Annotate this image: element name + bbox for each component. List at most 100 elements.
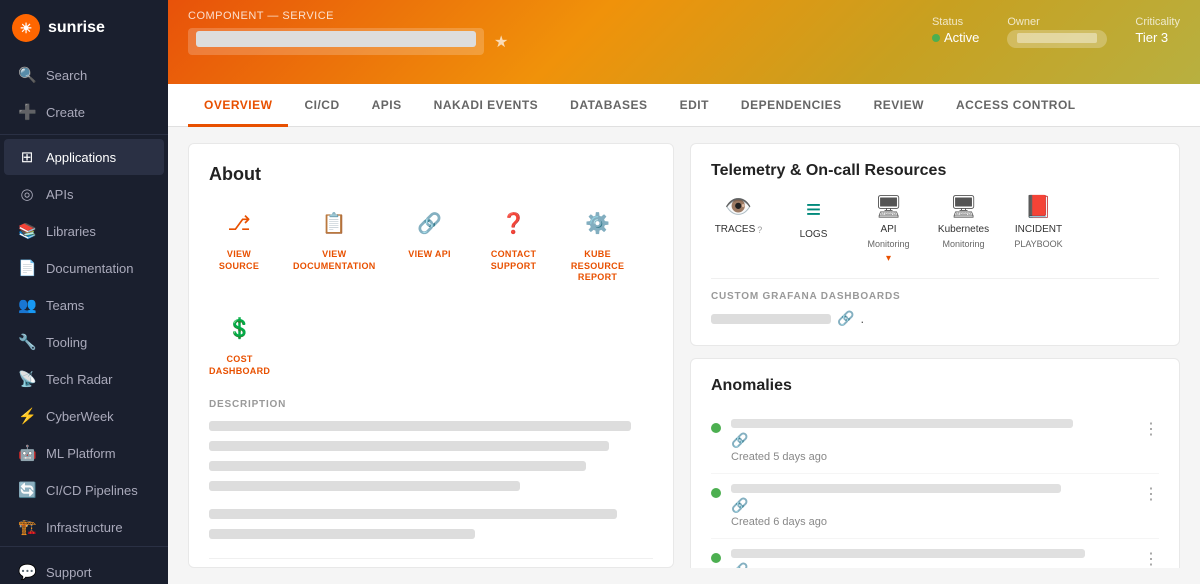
anomaly-menu-button[interactable]: ⋮ (1143, 419, 1159, 439)
telemetry-card: Telemetry & On-call Resources 👁️ TRACES … (690, 143, 1180, 346)
cost-dashboard-action[interactable]: 💲 COSTDASHBOARD (209, 308, 270, 377)
description-label: DESCRIPTION (209, 399, 653, 410)
view-source-label: VIEWSOURCE (219, 249, 259, 272)
cost-dashboard-icon: 💲 (220, 308, 260, 348)
kube-resource-report-action[interactable]: ⚙️ KUBERESOURCEREPORT (568, 203, 628, 284)
api-monitoring-label: API (880, 224, 896, 235)
owner-pill (1007, 30, 1107, 48)
ml-platform-icon: 🤖 (18, 444, 36, 462)
sidebar-item-cyberweek[interactable]: ⚡ CyberWeek (4, 398, 164, 434)
anomalies-title: Anomalies (711, 377, 1159, 395)
traces-icon: 👁️ (725, 194, 752, 220)
traces-label: TRACES (715, 224, 756, 235)
anomaly-item: 🔗 ⋮ (711, 539, 1159, 568)
sidebar-item-infrastructure[interactable]: 🏗️ Infrastructure (4, 509, 164, 545)
anomaly-link[interactable]: 🔗 (731, 497, 1133, 514)
sidebar-item-libraries[interactable]: 📚 Libraries (4, 213, 164, 249)
sidebar-logo: ☀ sunrise (0, 0, 168, 56)
anomaly-dot (711, 553, 721, 563)
owner-field: Owner (1007, 16, 1107, 48)
anomaly-content: 🔗 (731, 549, 1133, 568)
cicd-icon: 🔄 (18, 481, 36, 499)
status-value: Active (932, 30, 979, 45)
anomaly-link[interactable]: 🔗 (731, 562, 1133, 568)
sidebar-item-applications[interactable]: ⊞ Applications (4, 139, 164, 175)
anomaly-menu-button[interactable]: ⋮ (1143, 549, 1159, 568)
favorite-star-icon[interactable]: ★ (494, 32, 508, 52)
sidebar-item-cicd-pipelines[interactable]: 🔄 CI/CD Pipelines (4, 472, 164, 508)
api-monitoring-icon: 🖥 (875, 194, 903, 220)
sidebar-divider (0, 134, 168, 135)
sidebar-item-label: ML Platform (46, 446, 116, 461)
tooling-icon: 🔧 (18, 333, 36, 351)
incident-playbook-item[interactable]: 📕 INCIDENT PLAYBOOK (1011, 194, 1066, 249)
sidebar-item-tooling[interactable]: 🔧 Tooling (4, 324, 164, 360)
sidebar-item-label: Documentation (46, 261, 133, 276)
cost-dashboard-label: COSTDASHBOARD (209, 354, 270, 377)
contact-support-label: CONTACTSUPPORT (491, 249, 537, 272)
grafana-link: 🔗 . (711, 310, 1159, 327)
description-content (209, 418, 653, 542)
tab-apis[interactable]: APIS (356, 84, 418, 127)
sidebar-item-label: Create (46, 105, 85, 120)
sidebar-item-documentation[interactable]: 📄 Documentation (4, 250, 164, 286)
tab-bar: OVERVIEW CI/CD APIS NAKADI EVENTS DATABA… (168, 84, 1200, 127)
traces-item[interactable]: 👁️ TRACES ? (711, 194, 766, 235)
sidebar-item-label: Support (46, 565, 92, 580)
sidebar-item-teams[interactable]: 👥 Teams (4, 287, 164, 323)
view-source-action[interactable]: ⎇ VIEWSOURCE (209, 203, 269, 284)
kube-resource-report-icon: ⚙️ (578, 203, 618, 243)
view-source-icon: ⎇ (219, 203, 259, 243)
grafana-link-text (711, 314, 831, 324)
sidebar-item-label: Search (46, 68, 87, 83)
tab-overview[interactable]: OVERVIEW (188, 84, 288, 127)
anomaly-dot (711, 423, 721, 433)
sidebar-item-search[interactable]: 🔍 Search (4, 57, 164, 93)
contact-support-action[interactable]: ❓ CONTACTSUPPORT (484, 203, 544, 284)
anomaly-menu-button[interactable]: ⋮ (1143, 484, 1159, 504)
tab-dependencies[interactable]: DEPENDENCIES (725, 84, 858, 127)
sidebar-item-create[interactable]: ➕ Create (4, 94, 164, 130)
view-documentation-label: VIEWDOCUMENTATION (293, 249, 376, 272)
view-api-action[interactable]: 🔗 VIEW API (400, 203, 460, 284)
criticality-value: Tier 3 (1135, 30, 1180, 45)
view-documentation-action[interactable]: 📋 VIEWDOCUMENTATION (293, 203, 376, 284)
applications-icon: ⊞ (18, 148, 36, 166)
view-documentation-icon: 📋 (314, 203, 354, 243)
tab-cicd[interactable]: CI/CD (288, 84, 355, 127)
incident-playbook-icon: 📕 (1025, 194, 1052, 220)
tab-review[interactable]: REVIEW (858, 84, 940, 127)
sidebar-item-apis[interactable]: ◎ APIs (4, 176, 164, 212)
sidebar-item-support[interactable]: 💬 Support (4, 554, 164, 584)
api-monitoring-arrow[interactable]: ▾ (886, 253, 891, 264)
sidebar-item-label: Teams (46, 298, 84, 313)
grafana-external-link-icon[interactable]: 🔗 (837, 310, 854, 327)
sidebar-item-tech-radar[interactable]: 📡 Tech Radar (4, 361, 164, 397)
tab-access-control[interactable]: ACCESS CONTROL (940, 84, 1092, 127)
status-label: Status (932, 16, 979, 28)
search-icon: 🔍 (18, 66, 36, 84)
telemetry-icons-row: 👁️ TRACES ? ≡ LOGS 🖥 API Monitoring (711, 194, 1159, 264)
traces-question-icon: ? (757, 225, 762, 235)
anomaly-link[interactable]: 🔗 (731, 432, 1133, 449)
sidebar-item-label: Tooling (46, 335, 87, 350)
header-meta: Status Active Owner Criticality Tier 3 (932, 16, 1180, 48)
documentation-icon: 📄 (18, 259, 36, 277)
sidebar-item-ml-platform[interactable]: 🤖 ML Platform (4, 435, 164, 471)
anomaly-item: 🔗 Created 5 days ago ⋮ (711, 409, 1159, 474)
apis-icon: ◎ (18, 185, 36, 203)
logo-icon: ☀ (12, 14, 40, 42)
kubernetes-monitoring-item[interactable]: 🖥 Kubernetes Monitoring (936, 194, 991, 249)
tab-edit[interactable]: EDIT (664, 84, 725, 127)
anomaly-time: Created 6 days ago (731, 516, 1133, 528)
content-area: About ⎇ VIEWSOURCE 📋 VIEWDOCUMENTATION 🔗… (168, 127, 1200, 584)
logs-item[interactable]: ≡ LOGS (786, 194, 841, 240)
status-text: Active (944, 30, 979, 45)
tab-nakadi-events[interactable]: NAKADI EVENTS (418, 84, 555, 127)
sidebar-item-label: Infrastructure (46, 520, 123, 535)
tab-databases[interactable]: DATABASES (554, 84, 663, 127)
anomaly-content: 🔗 Created 6 days ago (731, 484, 1133, 528)
sidebar-item-label: APIs (46, 187, 73, 202)
sidebar-bottom: 💬 Support ⚙️ Settings ＋ Add Shortcuts (0, 546, 168, 584)
api-monitoring-item[interactable]: 🖥 API Monitoring ▾ (861, 194, 916, 264)
